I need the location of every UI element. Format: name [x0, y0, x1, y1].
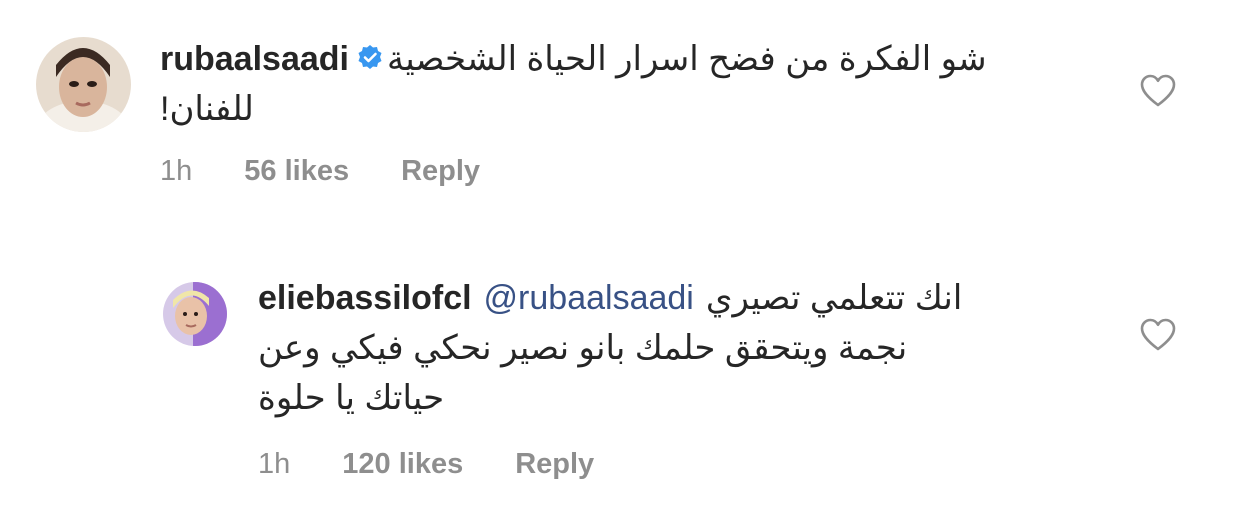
comment-text-continued: للفنان!	[160, 84, 1090, 134]
comment-body: eliebassilofcl @rubaalsaadi انك تتعلمي ت…	[258, 273, 1088, 423]
reply-comment-item: eliebassilofcl @rubaalsaadi انك تتعلمي ت…	[0, 240, 1242, 525]
reply-button[interactable]: Reply	[401, 155, 480, 188]
comment-text: شو الفكرة من فضح اسرار الحياة الشخصية	[386, 40, 987, 78]
likes-count[interactable]: 120 likes	[342, 448, 463, 481]
comment-text-line2: للفنان!	[160, 90, 254, 128]
comment-text-continued: نجمة ويتحقق حلمك بانو نصير نحكي فيكي وعن…	[258, 323, 1088, 423]
avatar-photo	[36, 37, 131, 132]
avatar-photo	[163, 282, 227, 346]
avatar[interactable]	[163, 282, 227, 346]
verified-badge-icon	[357, 34, 383, 84]
reply-button[interactable]: Reply	[515, 448, 594, 481]
avatar[interactable]	[36, 37, 131, 132]
comment-body: rubaalsaadi شو الفكرة من فضح اسرار الحيا…	[160, 34, 1090, 134]
comment-time: 1h	[258, 448, 291, 480]
comment-meta: 1h 56 likes Reply	[160, 155, 480, 188]
likes-count[interactable]: 56 likes	[244, 155, 349, 188]
comment-first-line: eliebassilofcl @rubaalsaadi انك تتعلمي ت…	[258, 273, 1088, 323]
comment-username[interactable]: eliebassilofcl	[258, 273, 472, 323]
comment-text: انك تتعلمي تصيري	[705, 279, 963, 317]
comment-item: rubaalsaadi شو الفكرة من فضح اسرار الحيا…	[0, 0, 1242, 240]
heart-outline-icon[interactable]	[1140, 74, 1176, 108]
comment-text-line2: نجمة ويتحقق حلمك بانو نصير نحكي فيكي وعن	[258, 329, 908, 367]
comment-meta: 1h 120 likes Reply	[258, 448, 594, 481]
heart-outline-icon[interactable]	[1140, 318, 1176, 352]
mention-link[interactable]: @rubaalsaadi	[484, 273, 694, 323]
comment-time: 1h	[160, 155, 193, 187]
comment-text-line3: حياتك يا حلوة	[258, 379, 445, 417]
comment-first-line: rubaalsaadi شو الفكرة من فضح اسرار الحيا…	[160, 34, 1090, 84]
comment-username[interactable]: rubaalsaadi	[160, 34, 349, 84]
